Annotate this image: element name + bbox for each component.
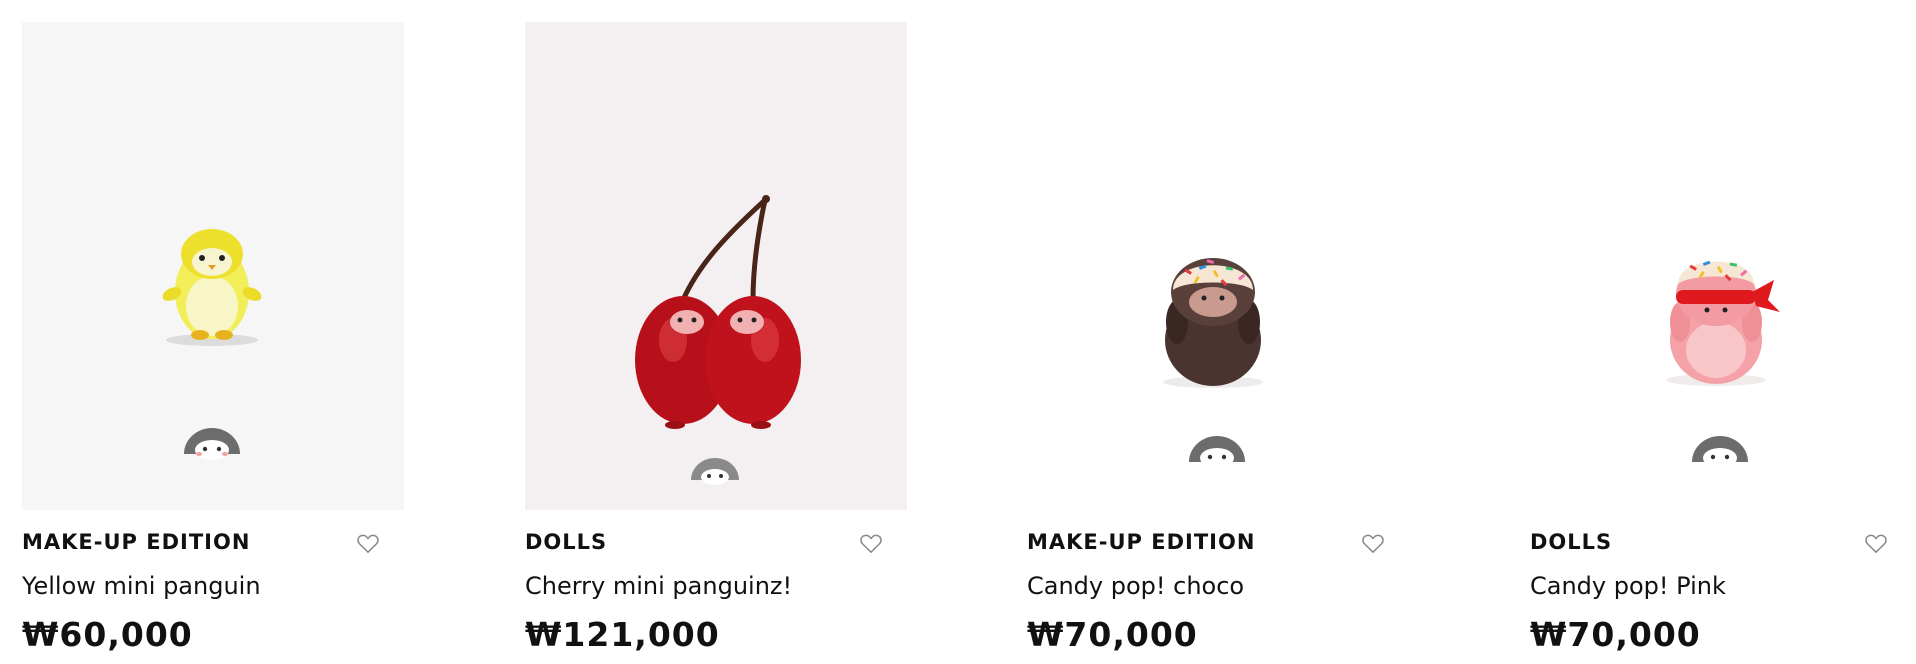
product-image[interactable] [22,22,404,510]
product-card[interactable]: MAKE-UP EDITION Yellow mini panguin ₩60,… [22,22,404,662]
product-category[interactable]: MAKE-UP EDITION [22,530,250,554]
product-card[interactable]: MAKE-UP EDITION Candy pop! choco ₩70,000 [1027,22,1409,662]
product-image[interactable] [525,22,907,510]
product-price: ₩70,000 [1530,615,1701,654]
product-category[interactable]: DOLLS [525,530,607,554]
product-price: ₩70,000 [1027,615,1198,654]
product-photo-candy-pop-choco [1027,22,1409,510]
heart-outline-icon[interactable] [355,530,381,556]
product-grid: MAKE-UP EDITION Yellow mini panguin ₩60,… [22,22,1912,662]
product-name[interactable]: Candy pop! Pink [1530,572,1726,600]
product-category[interactable]: MAKE-UP EDITION [1027,530,1255,554]
product-category[interactable]: DOLLS [1530,530,1612,554]
product-photo-candy-pop-pink [1530,22,1912,510]
product-name[interactable]: Yellow mini panguin [22,572,261,600]
product-card[interactable]: DOLLS Cherry mini panguinz! ₩121,000 [525,22,907,662]
product-name[interactable]: Cherry mini panguinz! [525,572,792,600]
product-price: ₩60,000 [22,615,193,654]
heart-outline-icon[interactable] [1360,530,1386,556]
product-price: ₩121,000 [525,615,720,654]
product-photo-cherry-mini-panguinz [525,22,907,510]
heart-outline-icon[interactable] [858,530,884,556]
product-image[interactable] [1530,22,1912,510]
product-name[interactable]: Candy pop! choco [1027,572,1244,600]
heart-outline-icon[interactable] [1863,530,1889,556]
product-image[interactable] [1027,22,1409,510]
product-card[interactable]: DOLLS Candy pop! Pink ₩70,000 [1530,22,1912,662]
product-photo-yellow-mini-panguin [22,22,404,510]
